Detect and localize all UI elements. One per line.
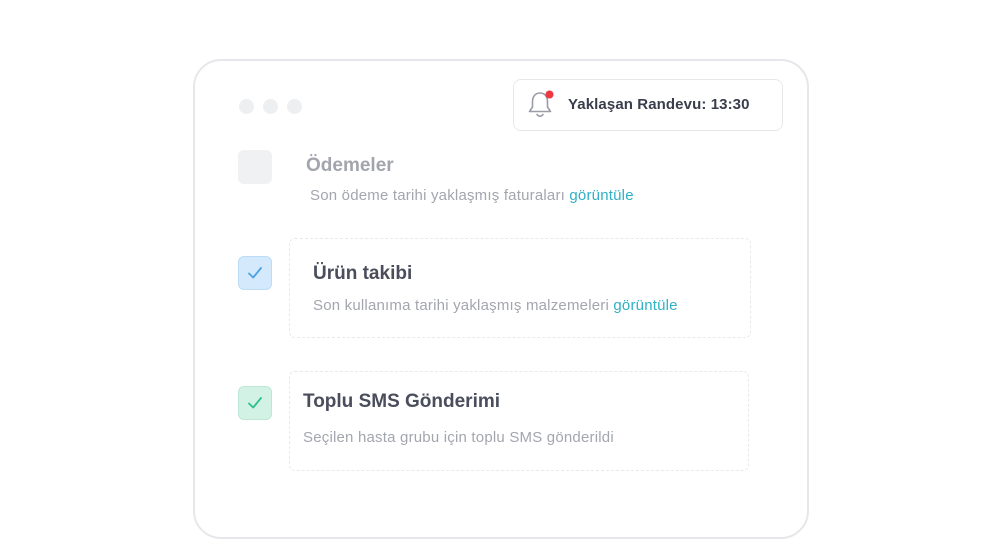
window-dot-2[interactable] [263,99,278,114]
payments-description-text: Son ödeme tarihi yaklaşmış faturaları [310,187,566,204]
product-tracking-description: Son kullanıma tarihi yaklaşmış malzemele… [313,297,678,314]
check-icon [248,397,262,409]
payments-view-link[interactable]: görüntüle [569,187,633,204]
window-dot-3[interactable] [287,99,302,114]
check-icon [248,267,262,279]
bulk-sms-description: Seçilen hasta grubu için toplu SMS gönde… [303,429,614,446]
bell-icon [528,90,554,118]
product-tracking-view-link[interactable]: görüntüle [613,297,677,314]
window-controls [239,99,302,114]
appointment-notification[interactable]: Yaklaşan Randevu: 13:30 [513,79,783,131]
payments-checkbox[interactable] [238,150,272,184]
app-window: Yaklaşan Randevu: 13:30 Ödemeler Son öde… [193,59,809,539]
notification-text: Yaklaşan Randevu: 13:30 [568,96,750,113]
payments-description: Son ödeme tarihi yaklaşmış faturaları gö… [310,187,634,204]
window-dot-1[interactable] [239,99,254,114]
notification-dot [545,90,554,99]
payments-title: Ödemeler [306,155,394,176]
product-tracking-card[interactable]: Ürün takibi Son kullanıma tarihi yaklaşm… [289,238,751,338]
product-tracking-title: Ürün takibi [313,263,413,284]
product-tracking-checkbox[interactable] [238,256,272,290]
bulk-sms-checkbox[interactable] [238,386,272,420]
product-tracking-description-text: Son kullanıma tarihi yaklaşmış malzemele… [313,297,609,314]
bulk-sms-title: Toplu SMS Gönderimi [303,391,501,412]
bulk-sms-card[interactable]: Toplu SMS Gönderimi Seçilen hasta grubu … [289,371,749,471]
